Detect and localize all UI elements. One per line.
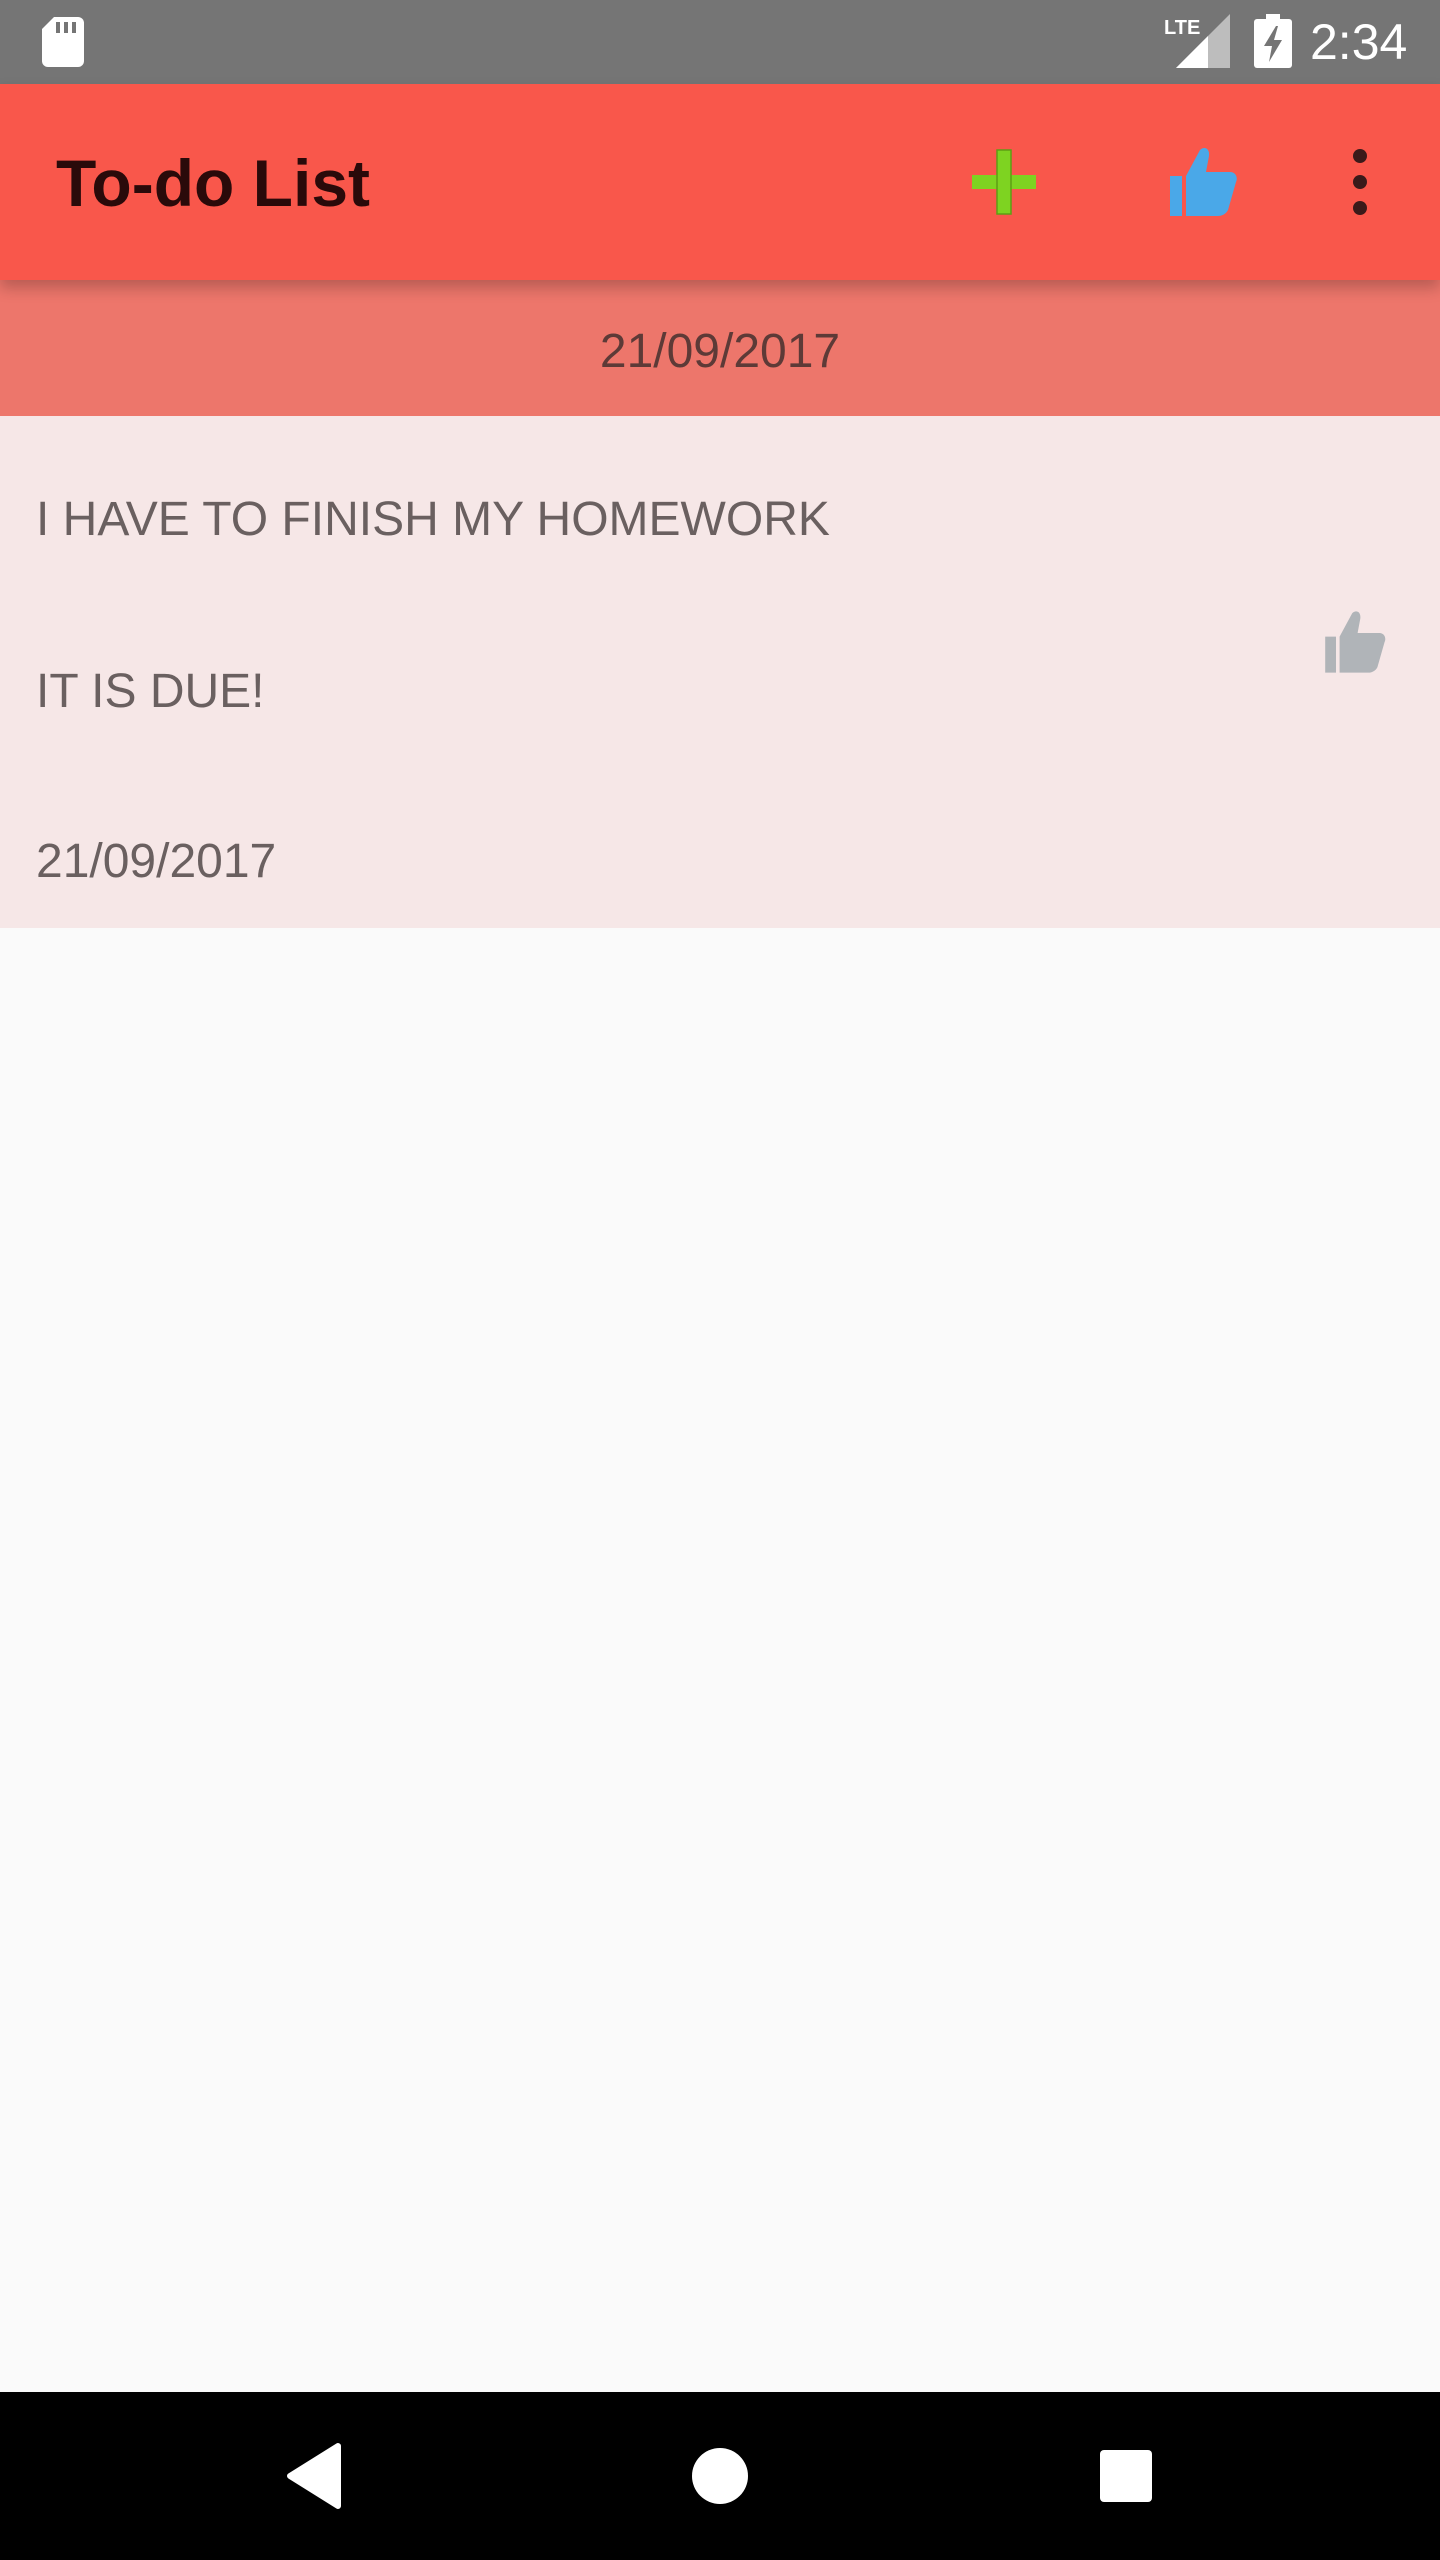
home-icon[interactable]: [672, 2428, 768, 2524]
thumbs-up-icon[interactable]: [1318, 606, 1390, 678]
screen: LTE 2:34 To-do List 21/09/2017 I HAVE TO…: [0, 0, 1440, 2560]
back-icon[interactable]: [268, 2428, 364, 2524]
sd-card-icon: [42, 17, 84, 67]
thumbs-up-icon[interactable]: [1162, 142, 1242, 222]
status-time: 2:34: [1310, 14, 1408, 70]
lte-label: LTE: [1164, 17, 1200, 39]
status-bar: LTE 2:34: [0, 0, 1440, 84]
app-bar: To-do List: [0, 84, 1440, 280]
more-vert-icon[interactable]: [1330, 142, 1390, 222]
recents-icon[interactable]: [1078, 2428, 1174, 2524]
task-date: 21/09/2017: [36, 835, 277, 888]
lte-signal-icon: LTE: [1164, 14, 1230, 68]
add-icon[interactable]: [966, 144, 1042, 220]
battery-charging-icon: [1254, 14, 1292, 68]
task-title: I HAVE TO FINISH MY HOMEWORK: [36, 493, 830, 546]
section-date: 21/09/2017: [599, 325, 841, 378]
app-title: To-do List: [56, 146, 371, 220]
navigation-bar: [0, 2392, 1440, 2560]
section-date-header: 21/09/2017: [0, 280, 1440, 416]
task-note: IT IS DUE!: [36, 665, 265, 718]
list-item[interactable]: I HAVE TO FINISH MY HOMEWORK IT IS DUE! …: [0, 416, 1440, 928]
